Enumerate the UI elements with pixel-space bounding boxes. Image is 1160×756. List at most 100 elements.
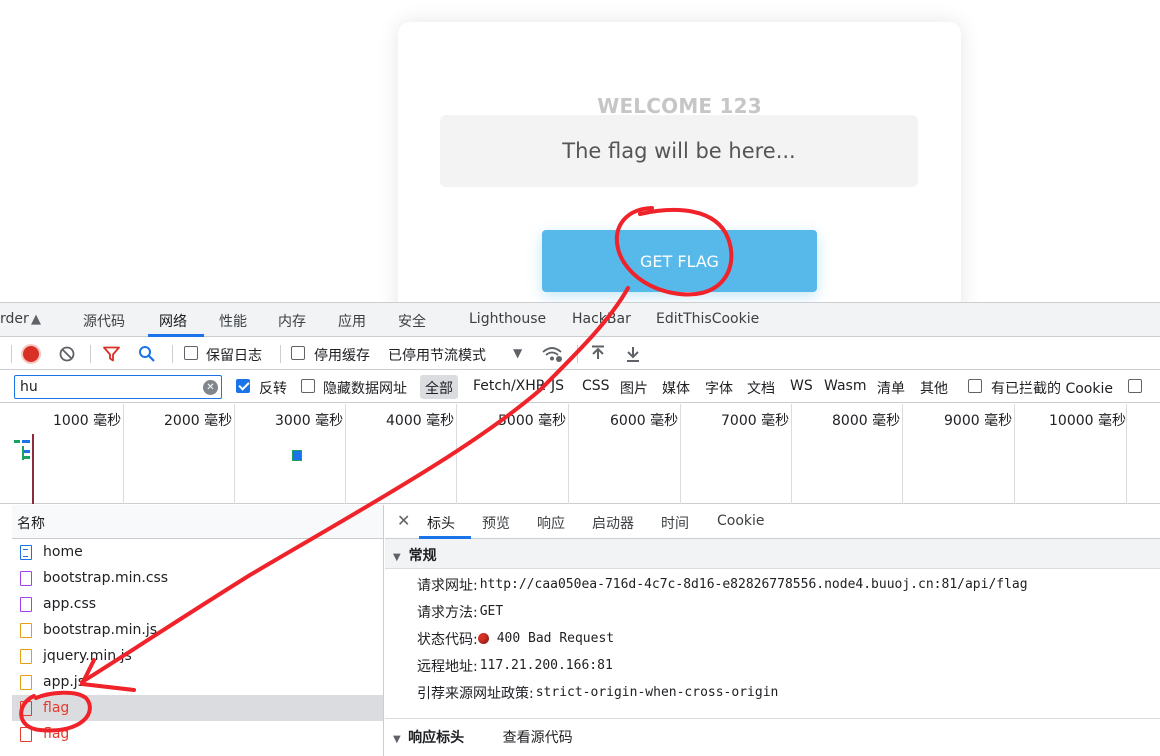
tab-editthiscookie[interactable]: EditThisCookie (656, 311, 759, 327)
throttling-dropdown-icon[interactable]: ▼ (513, 346, 522, 360)
request-row[interactable]: app.css (12, 591, 383, 617)
type-filter-other[interactable]: 其他 (920, 378, 948, 398)
stylesheet-icon (20, 596, 32, 612)
tab-timing[interactable]: 时间 (661, 513, 689, 533)
collapse-triangle-icon: ▼ (393, 552, 401, 563)
timeline-tick-label: 2000 毫秒 (164, 413, 233, 429)
type-filter-fetch-xhr[interactable]: Fetch/XHR (473, 378, 546, 394)
status-code-row: 状态代码: 400 Bad Request (385, 625, 1160, 652)
timeline-tick-label: 3000 毫秒 (275, 413, 344, 429)
timeline-gridline (568, 404, 569, 504)
request-details: ✕ 标头 预览 响应 启动器 时间 Cookie ▼ 常规 请求网址: http… (385, 505, 1160, 756)
filter-input[interactable] (14, 375, 222, 399)
flag-display: The flag will be here... (440, 115, 918, 187)
type-filter-manifest[interactable]: 清单 (877, 378, 905, 398)
timeline-tick-label: 10000 毫秒 (1049, 413, 1126, 429)
request-name: bootstrap.min.css (43, 570, 169, 586)
request-row[interactable]: home (12, 539, 383, 565)
clear-icon[interactable] (59, 346, 75, 366)
tab-lighthouse[interactable]: Lighthouse (469, 311, 546, 327)
type-filter-ws[interactable]: WS (790, 378, 813, 394)
remote-address-label: 远程地址: (417, 658, 478, 675)
timeline-gridline (1014, 404, 1015, 504)
request-row-selected[interactable]: flag (12, 695, 383, 721)
request-url-value: http://caa050ea-716d-4c7c-8d16-e82826778… (479, 577, 1028, 592)
status-code-value: 400 Bad Request (496, 631, 615, 646)
tab-memory[interactable]: 内存 (278, 311, 306, 331)
response-headers-title: 响应标头 (408, 730, 465, 746)
tab-application[interactable]: 应用 (338, 311, 366, 331)
close-icon[interactable]: ✕ (397, 511, 410, 530)
network-overview-timeline[interactable]: 1000 毫秒 2000 毫秒 3000 毫秒 4000 毫秒 5000 毫秒 … (0, 404, 1160, 504)
tab-initiator[interactable]: 启动器 (592, 513, 634, 533)
clear-filter-icon[interactable]: ✕ (203, 380, 218, 395)
referrer-policy-label: 引荐来源网址政策: (417, 685, 534, 702)
network-toolbar: 保留日志 停用缓存 已停用节流模式 ▼ (0, 338, 1160, 370)
tab-hackbar[interactable]: HackBar (572, 311, 631, 327)
record-icon[interactable] (23, 346, 39, 362)
request-url-row: 请求网址: http://caa050ea-716d-4c7c-8d16-e82… (385, 571, 1160, 598)
timeline-tick-label: 1000 毫秒 (53, 413, 122, 429)
type-filter-font[interactable]: 字体 (705, 378, 733, 398)
export-har-icon[interactable] (625, 345, 641, 367)
tab-sources[interactable]: 源代码 (83, 311, 125, 331)
disable-cache-checkbox[interactable] (291, 346, 305, 362)
collapse-triangle-icon: ▼ (393, 734, 401, 745)
get-flag-button[interactable]: GET FLAG (542, 230, 817, 292)
type-filter-media[interactable]: 媒体 (662, 378, 690, 398)
name-column-header[interactable]: 名称 (12, 505, 383, 539)
tab-performance[interactable]: 性能 (219, 311, 247, 331)
timeline-gridline (902, 404, 903, 504)
type-filter-wasm[interactable]: Wasm (824, 378, 866, 394)
request-row[interactable]: flag (12, 721, 383, 747)
request-row[interactable]: jquery.min.js (12, 643, 383, 669)
toolbar-separator (577, 345, 578, 363)
type-filter-all[interactable]: 全部 (420, 375, 458, 399)
request-name: jquery.min.js (43, 648, 132, 664)
blocked-cookies-label: 有已拦截的 Cookie (991, 381, 1113, 397)
timeline-tick-label: 9000 毫秒 (944, 413, 1013, 429)
tab-network[interactable]: 网络 (159, 311, 187, 331)
response-headers-section-header[interactable]: ▼ 响应标头 查看源代码 (385, 718, 1160, 756)
type-filter-img[interactable]: 图片 (620, 378, 648, 398)
tab-security[interactable]: 安全 (398, 311, 426, 331)
type-filter-js[interactable]: JS (551, 378, 564, 394)
timeline-bar (292, 450, 302, 461)
invert-label: 反转 (259, 381, 287, 397)
request-name: home (43, 544, 83, 560)
view-source-link[interactable]: 查看源代码 (503, 730, 573, 746)
general-section-title: 常规 (408, 548, 437, 564)
request-row[interactable]: bootstrap.min.css (12, 565, 383, 591)
blocked-cookies-checkbox[interactable] (968, 379, 982, 395)
request-name: flag (43, 726, 70, 742)
request-name: app.css (43, 596, 97, 612)
import-har-icon[interactable] (590, 345, 606, 367)
preserve-log-checkbox[interactable] (184, 346, 198, 362)
script-icon (20, 648, 32, 664)
search-icon[interactable] (138, 345, 156, 367)
filter-icon[interactable] (103, 346, 120, 366)
timeline-gridline (456, 404, 457, 504)
type-filter-css[interactable]: CSS (582, 378, 610, 394)
tab-cookies[interactable]: Cookie (717, 513, 765, 529)
timeline-tick-label: 4000 毫秒 (386, 413, 455, 429)
devtools-panel: rder ▲ 源代码 网络 性能 内存 应用 安全 Lighthouse Hac… (0, 302, 1160, 756)
blocked-requests-checkbox[interactable] (1128, 379, 1142, 395)
tab-response[interactable]: 响应 (537, 513, 565, 533)
network-conditions-icon[interactable] (541, 345, 563, 367)
type-filter-doc[interactable]: 文档 (747, 378, 775, 398)
active-tab-indicator (148, 334, 204, 337)
tab-preview[interactable]: 预览 (482, 513, 510, 533)
load-marker (32, 434, 34, 504)
devtools-tabbar: rder ▲ 源代码 网络 性能 内存 应用 安全 Lighthouse Hac… (0, 303, 1160, 337)
request-row[interactable]: bootstrap.min.js (12, 617, 383, 643)
active-detail-tab-indicator (419, 536, 471, 539)
hide-data-urls-label: 隐藏数据网址 (323, 381, 407, 397)
general-section-header[interactable]: ▼ 常规 (385, 539, 1160, 569)
tab-recorder[interactable]: rder (0, 311, 29, 327)
throttling-select[interactable]: 已停用节流模式 (388, 345, 486, 365)
tab-headers[interactable]: 标头 (427, 513, 455, 533)
request-row[interactable]: app.js (12, 669, 383, 695)
invert-checkbox[interactable] (236, 379, 250, 395)
hide-data-urls-checkbox[interactable] (301, 379, 315, 395)
